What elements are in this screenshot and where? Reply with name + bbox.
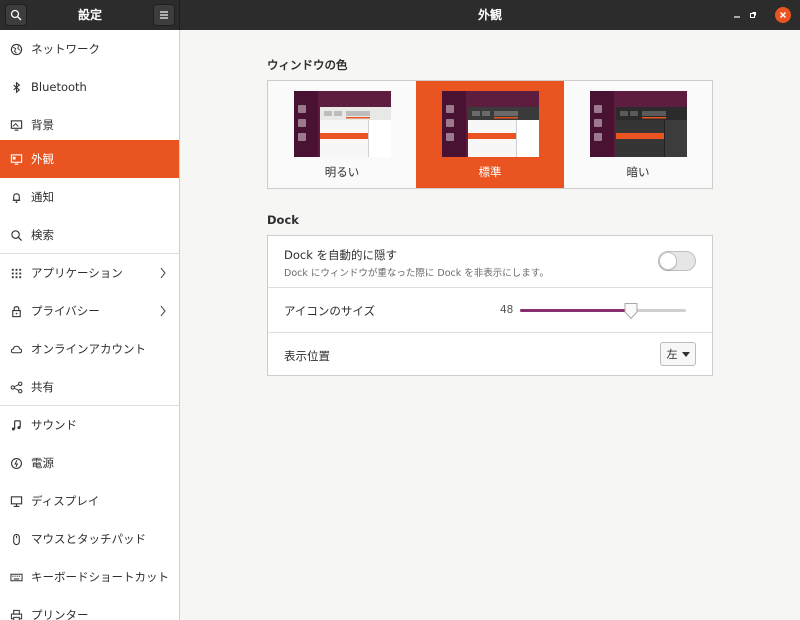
sidebar-item-bluetooth[interactable]: Bluetooth	[0, 68, 179, 106]
header-bar: 設定 外観	[0, 0, 800, 30]
sidebar-item-search[interactable]: 検索	[0, 216, 179, 254]
autohide-description: Dock にウィンドウが重なった際に Dock を非表示にします。	[284, 268, 549, 279]
sidebar: ネットワーク Bluetooth 背景 外観 通知 検索 アプリケーション プラ…	[0, 30, 180, 620]
sidebar-item-label: 背景	[31, 118, 54, 132]
sidebar-item-privacy[interactable]: プライバシー	[0, 292, 179, 330]
sidebar-item-label: 外観	[31, 152, 54, 166]
window-title: 外観	[477, 8, 502, 22]
sidebar-item-label: 検索	[31, 228, 54, 242]
dock-heading: Dock	[267, 213, 299, 227]
sidebar-item-sound[interactable]: サウンド	[0, 406, 179, 444]
theme-option-dark[interactable]: 暗い	[564, 81, 712, 188]
theme-option-standard[interactable]: 標準	[416, 81, 564, 188]
sidebar-item-display[interactable]: ディスプレイ	[0, 482, 179, 520]
standard-theme-preview	[442, 91, 539, 157]
sidebar-item-mouse-touchpad[interactable]: マウスとタッチパッド	[0, 520, 179, 558]
sidebar-item-power[interactable]: 電源	[0, 444, 179, 482]
sidebar-item-label: マウスとタッチパッド	[31, 532, 146, 546]
theme-label: 暗い	[626, 165, 650, 179]
sidebar-header: 設定	[0, 0, 180, 30]
theme-label: 標準	[478, 165, 502, 179]
chevron-right-icon	[160, 305, 166, 317]
toggle-knob	[659, 252, 677, 270]
main-panel: ウィンドウの色 明るい 標準 暗い Dock Dock を自動的に隠す Dock…	[181, 30, 800, 620]
sidebar-item-label: Bluetooth	[31, 80, 87, 94]
dock-settings-list: Dock を自動的に隠す Dock にウィンドウが重なった際に Dock を非表…	[267, 235, 713, 376]
icon-size-value: 48	[500, 304, 514, 316]
minimize-button[interactable]	[729, 7, 745, 23]
caret-down-icon	[681, 351, 690, 357]
icon-size-slider[interactable]	[520, 303, 686, 320]
sidebar-item-label: ネットワーク	[31, 42, 100, 56]
sidebar-item-label: 共有	[31, 380, 54, 394]
theme-label: 明るい	[324, 165, 360, 179]
chevron-right-icon	[160, 267, 166, 279]
lock-icon	[9, 304, 23, 318]
sidebar-item-label: ディスプレイ	[31, 494, 100, 508]
sidebar-item-network[interactable]: ネットワーク	[0, 30, 179, 68]
autohide-toggle[interactable]	[658, 251, 696, 271]
dock-autohide-row: Dock を自動的に隠す Dock にウィンドウが重なった際に Dock を非表…	[268, 236, 712, 287]
position-value: 左	[666, 348, 678, 361]
sidebar-item-label: アプリケーション	[31, 266, 123, 280]
slider-fill	[520, 309, 632, 312]
bell-icon	[9, 190, 23, 204]
sidebar-item-applications[interactable]: アプリケーション	[0, 254, 179, 292]
sidebar-item-background[interactable]: 背景	[0, 106, 179, 144]
window-color-selector: 明るい 標準 暗い	[267, 80, 713, 189]
sidebar-item-label: サウンド	[31, 418, 77, 432]
cloud-icon	[9, 342, 23, 356]
printer-icon	[9, 608, 23, 620]
menu-button[interactable]	[153, 4, 175, 26]
position-dropdown[interactable]: 左	[660, 342, 696, 366]
apps-grid-icon	[9, 266, 23, 280]
appearance-icon	[9, 152, 23, 166]
sidebar-item-label: オンラインアカウント	[31, 342, 146, 356]
keyboard-icon	[9, 570, 23, 584]
sidebar-item-keyboard-shortcuts[interactable]: キーボードショートカット	[0, 558, 179, 596]
search-icon	[9, 228, 23, 242]
maximize-button[interactable]	[745, 7, 761, 23]
display-icon	[9, 494, 23, 508]
theme-option-light[interactable]: 明るい	[268, 81, 416, 188]
power-icon	[9, 456, 23, 470]
sidebar-item-printers[interactable]: プリンター	[0, 596, 179, 620]
restore-icon	[750, 12, 756, 18]
mouse-icon	[9, 532, 23, 546]
close-icon	[780, 12, 786, 18]
sidebar-item-notifications[interactable]: 通知	[0, 178, 179, 216]
sidebar-item-label: プリンター	[31, 608, 89, 620]
sidebar-item-label: 電源	[31, 456, 54, 470]
hamburger-icon	[160, 11, 168, 19]
sidebar-item-online-accounts[interactable]: オンラインアカウント	[0, 330, 179, 368]
sidebar-item-appearance[interactable]: 外観	[0, 140, 179, 178]
background-icon	[9, 118, 23, 132]
sidebar-item-label: キーボードショートカット	[31, 570, 169, 584]
close-button[interactable]	[775, 7, 791, 23]
dark-theme-preview	[590, 91, 687, 157]
music-note-icon	[9, 418, 23, 432]
sidebar-item-sharing[interactable]: 共有	[0, 368, 179, 406]
slider-thumb[interactable]	[623, 302, 639, 320]
dock-position-row: 表示位置 左	[268, 333, 712, 376]
position-title: 表示位置	[284, 349, 330, 363]
dock-icon-size-row: アイコンのサイズ 48	[268, 288, 712, 332]
network-icon	[9, 42, 23, 56]
sidebar-item-label: プライバシー	[31, 304, 100, 318]
autohide-title: Dock を自動的に隠す	[284, 248, 398, 262]
minimize-icon	[734, 16, 740, 18]
light-theme-preview	[294, 91, 391, 157]
icon-size-title: アイコンのサイズ	[284, 304, 376, 318]
sidebar-item-label: 通知	[31, 190, 54, 204]
window-colors-heading: ウィンドウの色	[267, 58, 348, 72]
share-icon	[9, 380, 23, 394]
bluetooth-icon	[9, 80, 23, 94]
